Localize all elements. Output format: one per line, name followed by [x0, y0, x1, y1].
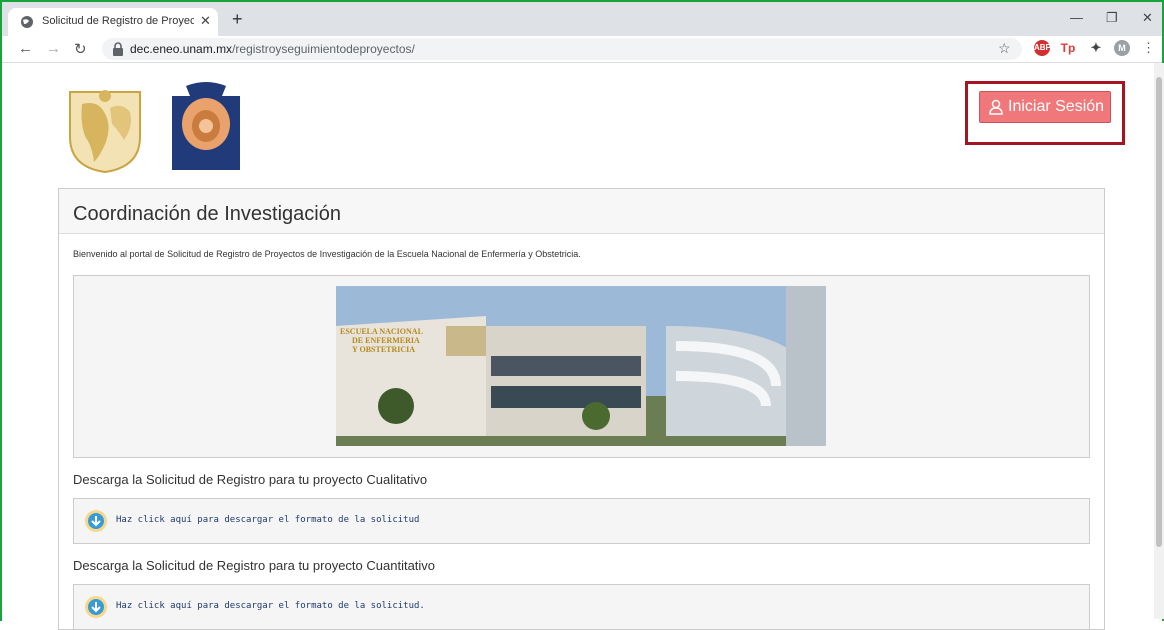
- restore-icon[interactable]: ❐: [1106, 10, 1118, 26]
- close-tab-icon[interactable]: ✕: [200, 13, 211, 29]
- download-label-cualitativo: Descarga la Solicitud de Registro para t…: [73, 472, 428, 487]
- lock-icon: [113, 42, 123, 56]
- url-path: /registroyseguimientodeproyectos/: [232, 42, 415, 56]
- unam-logo: [69, 90, 141, 174]
- building-sign-line-1: ESCUELA NACIONAL: [340, 327, 423, 336]
- star-icon[interactable]: ☆: [998, 40, 1011, 57]
- new-tab-icon[interactable]: +: [232, 10, 243, 28]
- welcome-text: Bienvenido al portal de Solicitud de Reg…: [73, 249, 581, 259]
- adblock-icon[interactable]: ABP: [1034, 40, 1051, 56]
- tab-title: Solicitud de Registro de Proyecto: [42, 15, 194, 27]
- url-text: dec.eneo.unam.mx/registroyseguimientodep…: [130, 42, 415, 56]
- address-bar[interactable]: dec.eneo.unam.mx/registroyseguimientodep…: [102, 38, 1022, 60]
- download-arrow-icon[interactable]: [84, 509, 108, 533]
- main-panel: Coordinación de Investigación Bienvenido…: [58, 188, 1105, 630]
- profile-avatar[interactable]: M: [1114, 40, 1130, 56]
- download-arrow-icon[interactable]: [84, 595, 108, 619]
- minimize-icon[interactable]: —: [1070, 10, 1083, 25]
- panel-title: Coordinación de Investigación: [73, 203, 341, 225]
- login-button[interactable]: Iniciar Sesión: [979, 91, 1111, 123]
- browser-tab[interactable]: Solicitud de Registro de Proyecto ✕: [8, 8, 218, 36]
- building-sign-line-2: DE ENFERMERIA: [352, 336, 420, 345]
- reload-icon[interactable]: ↻: [74, 40, 87, 58]
- login-label: Iniciar Sesión: [1008, 98, 1105, 115]
- globe-icon: [21, 16, 33, 28]
- url-host: dec.eneo.unam.mx: [130, 42, 233, 56]
- page-scrollbar[interactable]: [1154, 63, 1164, 619]
- download-box-cuantitativo: Haz click aquí para descargar el formato…: [73, 584, 1090, 630]
- school-building-photo: ESCUELA NACIONAL DE ENFERMERIA Y OBSTETR…: [336, 286, 826, 446]
- download-link-cualitativo[interactable]: Haz click aquí para descargar el formato…: [116, 515, 419, 525]
- forward-icon[interactable]: →: [46, 40, 61, 57]
- back-icon[interactable]: ←: [18, 40, 33, 57]
- panel-header: Coordinación de Investigación: [59, 189, 1104, 234]
- download-box-cualitativo: Haz click aquí para descargar el formato…: [73, 498, 1090, 544]
- image-well: ESCUELA NACIONAL DE ENFERMERIA Y OBSTETR…: [73, 275, 1090, 458]
- user-icon: [989, 99, 1003, 115]
- building-sign-line-3: Y OBSTETRICIA: [352, 345, 415, 354]
- download-link-cuantitativo[interactable]: Haz click aquí para descargar el formato…: [116, 601, 425, 611]
- eneo-logo: [172, 82, 240, 170]
- tp-extension-icon[interactable]: Tp: [1060, 40, 1076, 56]
- extensions-puzzle-icon[interactable]: ✦: [1088, 40, 1104, 56]
- browser-toolbar: ← → ↻ dec.eneo.unam.mx/registroyseguimie…: [2, 36, 1162, 63]
- menu-kebab-icon[interactable]: ⋮: [1142, 40, 1155, 56]
- close-window-icon[interactable]: ✕: [1142, 10, 1153, 26]
- scrollbar-thumb[interactable]: [1156, 77, 1162, 547]
- download-label-cuantitativo: Descarga la Solicitud de Registro para t…: [73, 558, 436, 573]
- tab-strip: Solicitud de Registro de Proyecto ✕ + — …: [2, 2, 1162, 36]
